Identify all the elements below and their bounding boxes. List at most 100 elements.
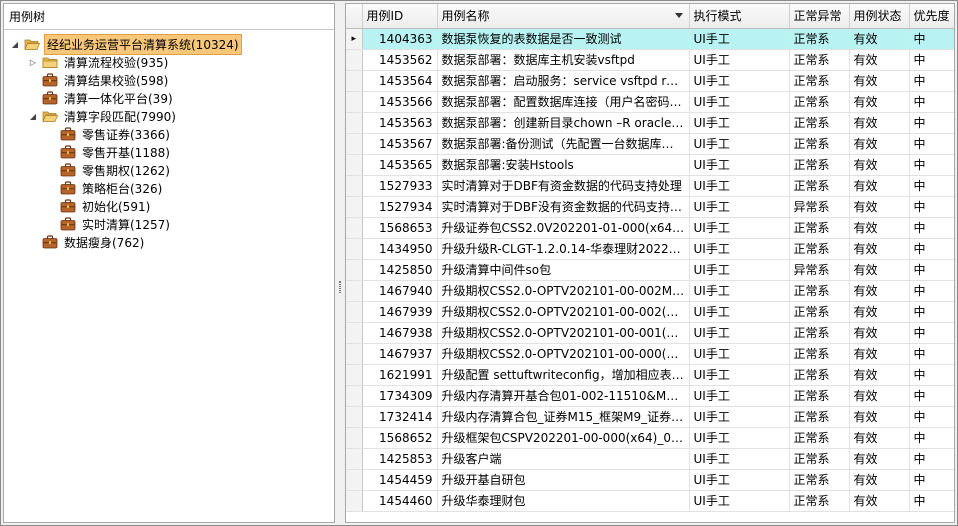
cell-case-status[interactable]: 有效 — [849, 196, 910, 218]
cell-exec-mode[interactable]: UI手工 — [689, 91, 790, 113]
table-row[interactable]: 1453563 数据泵部署：创建新目录chown –R oracle:… UI手工正… — [346, 112, 954, 134]
expanded-arrow-icon[interactable]: ◢ — [9, 38, 21, 50]
cell-exec-mode[interactable]: UI手工 — [689, 196, 790, 218]
table-row[interactable]: 1734309 升级内存清算开基合包01-002-11510&M7-… UI手工 正常… — [346, 385, 954, 407]
current-row-indicator-icon[interactable]: ▸ — [346, 28, 363, 50]
cell-case-name[interactable]: 数据泵部署：创建新目录chown –R oracle:… — [437, 112, 690, 134]
column-header-case-name[interactable]: 用例名称 — [437, 4, 690, 29]
cell-normal-abnormal[interactable]: 正常系 — [789, 280, 850, 302]
row-indicator[interactable] — [346, 385, 363, 407]
cell-priority[interactable]: 中 — [909, 406, 954, 428]
cell-case-name[interactable]: 升级期权CSS2.0-OPTV202101-00-002M1(… — [437, 280, 690, 302]
cell-case-id[interactable]: 1568652 — [362, 427, 438, 449]
row-indicator[interactable] — [346, 154, 363, 176]
cell-case-name[interactable]: 数据泵部署：启动服务：service vsftpd restart — [437, 70, 690, 92]
cell-case-name[interactable]: 升级期权CSS2.0-OPTV202101-00-001(x64) — [437, 322, 690, 344]
cell-normal-abnormal[interactable]: 正常系 — [789, 238, 850, 260]
cell-case-status[interactable]: 有效 — [849, 112, 910, 134]
cell-priority[interactable]: 中 — [909, 196, 954, 218]
row-indicator[interactable] — [346, 364, 363, 386]
cell-exec-mode[interactable]: UI手工 — [689, 133, 790, 155]
cell-priority[interactable]: 中 — [909, 427, 954, 449]
cell-case-id[interactable]: 1467938 — [362, 322, 438, 344]
cell-case-id[interactable]: 1454460 — [362, 490, 438, 512]
cell-exec-mode[interactable]: UI手工 — [689, 49, 790, 71]
cell-case-status[interactable]: 有效 — [849, 154, 910, 176]
cell-normal-abnormal[interactable]: 正常系 — [789, 91, 850, 113]
table-row[interactable]: 1568652 升级框架包CSPV202201-00-000(x64)_02-… U… — [346, 427, 954, 449]
cell-case-id[interactable]: 1453562 — [362, 49, 438, 71]
cell-exec-mode[interactable]: UI手工 — [689, 364, 790, 386]
cell-exec-mode[interactable]: UI手工 — [689, 427, 790, 449]
cell-priority[interactable]: 中 — [909, 91, 954, 113]
cell-priority[interactable]: 中 — [909, 28, 954, 50]
cell-case-name[interactable]: 升级配置 settuftwriteconfig，增加相应表… — [437, 364, 690, 386]
cell-normal-abnormal[interactable]: 正常系 — [789, 112, 850, 134]
cell-normal-abnormal[interactable]: 正常系 — [789, 49, 850, 71]
table-row[interactable]: 1453566 数据泵部署：配置数据库连接（用户名密码… UI手工 正常系 有效中 — [346, 91, 954, 113]
tree-node[interactable]: 初始化(591) — [45, 196, 152, 216]
cell-priority[interactable]: 中 — [909, 343, 954, 365]
cell-normal-abnormal[interactable]: 正常系 — [789, 343, 850, 365]
cell-exec-mode[interactable]: UI手工 — [689, 154, 790, 176]
table-row[interactable]: 1425850 升级清算中间件so包 UI手工 异常系 有效中 — [346, 259, 954, 281]
cell-case-id[interactable]: 1467939 — [362, 301, 438, 323]
cell-case-name[interactable]: 数据泵部署：配置数据库连接（用户名密码… — [437, 91, 690, 113]
cell-priority[interactable]: 中 — [909, 175, 954, 197]
cell-priority[interactable]: 中 — [909, 364, 954, 386]
row-indicator[interactable] — [346, 196, 363, 218]
cell-priority[interactable]: 中 — [909, 385, 954, 407]
cell-case-status[interactable]: 有效 — [849, 448, 910, 470]
cell-exec-mode[interactable]: UI手工 — [689, 385, 790, 407]
cell-case-name[interactable]: 升级框架包CSPV202201-00-000(x64)_02-… — [437, 427, 690, 449]
cell-case-id[interactable]: 1434950 — [362, 238, 438, 260]
cell-case-id[interactable]: 1454459 — [362, 469, 438, 491]
cell-normal-abnormal[interactable]: 正常系 — [789, 385, 850, 407]
cell-priority[interactable]: 中 — [909, 301, 954, 323]
cell-case-name[interactable]: 升级华泰理财包 — [437, 490, 690, 512]
cell-case-status[interactable]: 有效 — [849, 49, 910, 71]
table-row[interactable]: 1621991 升级配置 settuftwriteconfig，增加相应表… UI手… — [346, 364, 954, 386]
cell-case-id[interactable]: 1404363 — [362, 28, 438, 50]
cell-exec-mode[interactable]: UI手工 — [689, 343, 790, 365]
row-indicator[interactable] — [346, 112, 363, 134]
collapsed-arrow-icon[interactable]: ▷ — [27, 56, 39, 68]
cell-case-id[interactable]: 1621991 — [362, 364, 438, 386]
column-header-exec-mode[interactable]: 执行模式 — [689, 4, 790, 29]
table-row[interactable]: 1467938 升级期权CSS2.0-OPTV202101-00-001(x64)… — [346, 322, 954, 344]
row-indicator[interactable] — [346, 49, 363, 71]
tree-node[interactable]: 数据瘦身(762) — [27, 232, 146, 252]
table-row[interactable]: 1527934 实时清算对于DBF没有资金数据的代码支持… UI手工 异常系 有效中 — [346, 196, 954, 218]
cell-normal-abnormal[interactable]: 正常系 — [789, 175, 850, 197]
cell-case-status[interactable]: 有效 — [849, 280, 910, 302]
cell-case-id[interactable]: 1467940 — [362, 280, 438, 302]
cell-case-name[interactable]: 升级期权CSS2.0-OPTV202101-00-000(基… — [437, 343, 690, 365]
cell-priority[interactable]: 中 — [909, 322, 954, 344]
tree-node[interactable]: 清算结果校验(598) — [27, 70, 170, 90]
column-header-normal-abnormal[interactable]: 正常异常 — [789, 4, 850, 29]
table-row[interactable]: 1527933 实时清算对于DBF有资金数据的代码支持处理 UI手工 正常系 有效中 — [346, 175, 954, 197]
table-row[interactable]: 1453565 数据泵部署:安装Hstools UI手工 正常系 有效中 — [346, 154, 954, 176]
cell-normal-abnormal[interactable]: 正常系 — [789, 427, 850, 449]
row-indicator[interactable] — [346, 469, 363, 491]
cell-case-name[interactable]: 升级清算中间件so包 — [437, 259, 690, 281]
column-header-case-id[interactable]: 用例ID — [362, 4, 438, 29]
cell-case-name[interactable]: 数据泵部署:备份测试（先配置一台数据库… — [437, 133, 690, 155]
row-indicator[interactable] — [346, 406, 363, 428]
cell-priority[interactable]: 中 — [909, 217, 954, 239]
cell-priority[interactable]: 中 — [909, 490, 954, 512]
cell-normal-abnormal[interactable]: 正常系 — [789, 448, 850, 470]
tree-node[interactable]: 实时清算(1257) — [45, 214, 172, 234]
cell-case-name[interactable]: 升级客户端 — [437, 448, 690, 470]
cell-priority[interactable]: 中 — [909, 133, 954, 155]
cell-case-name[interactable]: 实时清算对于DBF没有资金数据的代码支持… — [437, 196, 690, 218]
cell-case-status[interactable]: 有效 — [849, 28, 910, 50]
row-indicator[interactable] — [346, 490, 363, 512]
cell-exec-mode[interactable]: UI手工 — [689, 301, 790, 323]
cell-normal-abnormal[interactable]: 正常系 — [789, 217, 850, 239]
table-row[interactable]: 1467937 升级期权CSS2.0-OPTV202101-00-000(基… UI… — [346, 343, 954, 365]
cell-exec-mode[interactable]: UI手工 — [689, 259, 790, 281]
row-indicator[interactable] — [346, 70, 363, 92]
cell-exec-mode[interactable]: UI手工 — [689, 322, 790, 344]
cell-case-status[interactable]: 有效 — [849, 301, 910, 323]
